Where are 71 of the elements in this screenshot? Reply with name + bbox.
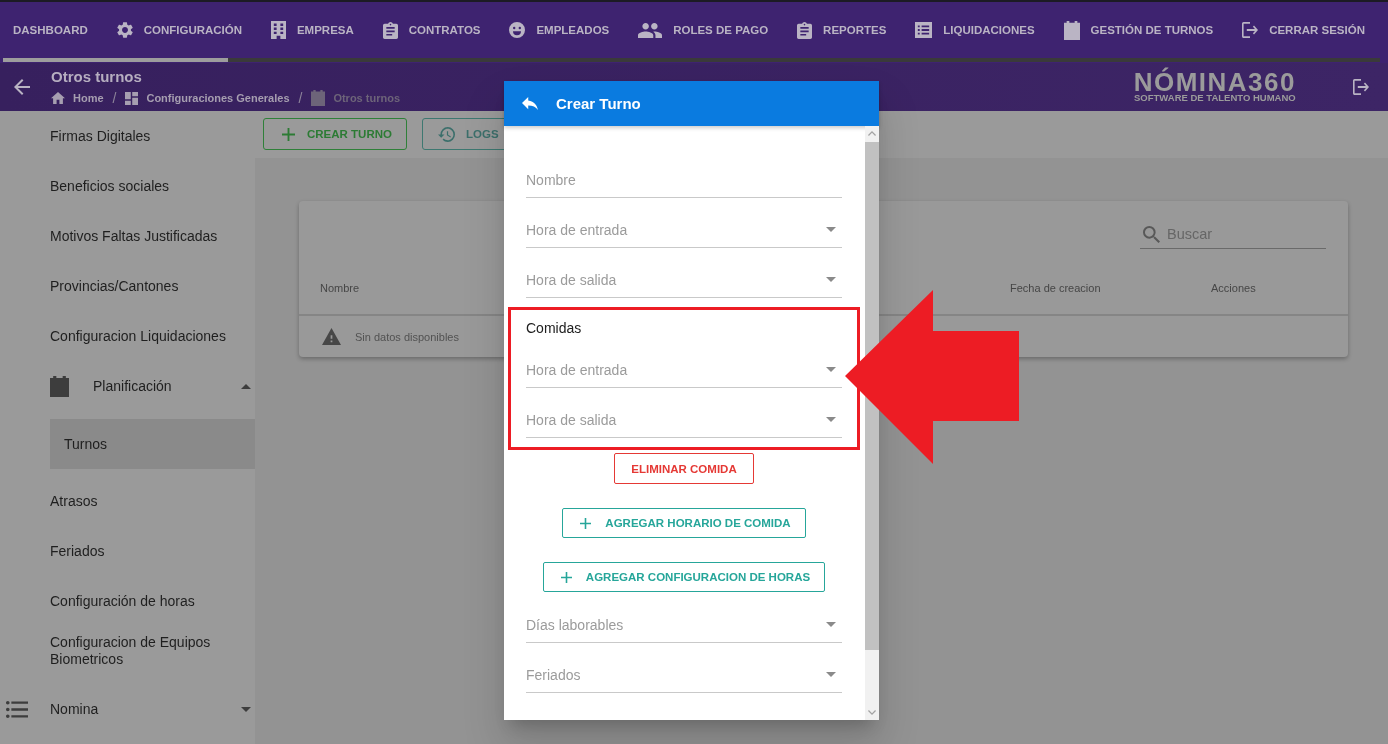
search-icon: [1143, 225, 1160, 243]
caret-down-icon: [826, 417, 836, 422]
dialog-title: Crear Turno: [556, 95, 641, 112]
page-title: Otros turnos: [51, 68, 142, 86]
scrollbar[interactable]: [3, 58, 1380, 62]
chevron-down-icon[interactable]: [868, 710, 876, 715]
clipboard-icon: [797, 21, 813, 39]
sidebar-item[interactable]: Beneficios sociales: [0, 161, 255, 211]
nav-link[interactable]: EMPRESA: [270, 21, 354, 39]
clipboard-icon: [382, 21, 398, 39]
sidebar-item[interactable]: Configuracion de Equipos Biometricos: [0, 626, 255, 676]
nav-link[interactable]: CONFIGURACIÓN: [116, 22, 243, 38]
calendar-icon: [50, 375, 69, 397]
plus-icon: [560, 571, 572, 583]
calendar-icon: [311, 90, 326, 106]
history-icon: [438, 126, 455, 142]
nav-link[interactable]: LIQUIDACIONES: [915, 22, 1035, 38]
breadcrumb-link[interactable]: Configuraciones Generales: [125, 91, 290, 105]
column-header: Acciones: [1211, 282, 1256, 294]
logout-icon: [1242, 22, 1259, 38]
sidebar-item[interactable]: Configuración de horas: [0, 576, 255, 626]
warning-icon: [322, 328, 341, 345]
sidebar-item[interactable]: Turnos: [50, 419, 255, 469]
sidebar-item[interactable]: Provincias/Cantones: [0, 261, 255, 311]
remove-meal-button[interactable]: ELIMINAR COMIDA: [614, 453, 754, 484]
column-header: Fecha de creacion: [1010, 282, 1101, 294]
caret-down-icon: [826, 672, 836, 677]
sidebar-item[interactable]: Atrasos: [0, 476, 255, 526]
dashboard-icon: [125, 91, 139, 105]
face-icon: [509, 22, 526, 38]
plus-icon: [580, 517, 592, 529]
nav-link[interactable]: ROLES DE PAGO: [638, 22, 769, 38]
column-header: Nombre: [320, 282, 360, 294]
breadcrumb-link[interactable]: Home: [51, 91, 104, 105]
section-title: Comidas: [526, 319, 583, 338]
home-icon: [51, 92, 65, 104]
plus-icon: [282, 127, 295, 141]
caret-down-icon: [826, 227, 836, 232]
caret-down-icon: [826, 277, 836, 282]
sidebar-item[interactable]: Firmas Digitales: [0, 111, 255, 161]
sidebar-item[interactable]: Motivos Faltas Justificadas: [0, 211, 255, 261]
building-icon: [270, 21, 286, 39]
breadcrumb-separator: /: [112, 91, 117, 105]
nav-link[interactable]: EMPLEADOS: [509, 22, 610, 38]
nav-link[interactable]: GESTIÓN DE TURNOS: [1063, 20, 1214, 40]
sidebar-item[interactable]: Configuracion Liquidaciones: [0, 311, 255, 361]
logo-tagline: SOFTWARE DE TALENTO HUMANO: [1134, 93, 1296, 103]
caret-down-icon: [826, 622, 836, 627]
scrollbar[interactable]: [865, 126, 879, 720]
people-icon: [638, 22, 663, 38]
add-hours-button[interactable]: AGREGAR CONFIGURACION DE HORAS: [542, 562, 826, 592]
add-meal-button[interactable]: AGREGAR HORARIO DE COMIDA: [562, 508, 806, 538]
reply-arrow-icon[interactable]: [522, 97, 538, 110]
sidebar-item[interactable]: Feriados: [0, 526, 255, 576]
sidebar-group[interactable]: Planificación: [0, 361, 255, 411]
calendar-icon: [1063, 20, 1080, 40]
sidebar-group[interactable]: Nomina: [0, 684, 255, 734]
gear-icon: [116, 22, 133, 38]
nav-link[interactable]: CONTRATOS: [382, 21, 481, 39]
caret-down-icon: [826, 367, 836, 372]
list-icon: [6, 700, 28, 718]
breadcrumb-separator: /: [298, 91, 303, 105]
nav-link[interactable]: CERRAR SESIÓN: [1242, 22, 1365, 38]
list-box-icon: [915, 22, 933, 38]
back-arrow-icon[interactable]: [14, 79, 30, 95]
nav-link[interactable]: REPORTES: [797, 21, 887, 39]
empty-message: Sin datos disponibles: [355, 330, 459, 343]
nav-link[interactable]: DASHBOARD: [13, 24, 88, 36]
chevron-up-icon[interactable]: [868, 131, 876, 136]
text-field[interactable]: Nombre: [526, 148, 842, 198]
logout-icon[interactable]: [1353, 79, 1369, 95]
